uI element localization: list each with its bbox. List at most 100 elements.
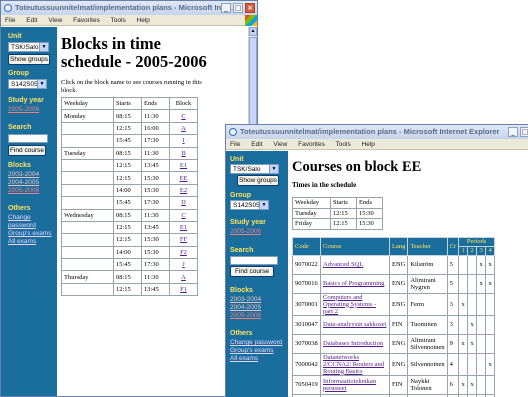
block-link[interactable]: B bbox=[181, 150, 185, 157]
menu-tools[interactable]: Tools bbox=[336, 141, 351, 148]
block-link[interactable]: E2 bbox=[180, 187, 187, 194]
period-cell bbox=[467, 273, 478, 294]
minimize-icon[interactable]: _ bbox=[221, 3, 231, 13]
maximize-icon[interactable]: □ bbox=[233, 3, 243, 13]
search-input[interactable] bbox=[230, 256, 278, 265]
browser-window-blocks: Toteutussuunnitelmat/implementation plan… bbox=[0, 0, 258, 397]
course-name-cell: Informaatioteknikan perusteet bbox=[320, 374, 390, 395]
end-time-cell: 15:30 bbox=[141, 245, 170, 260]
weekday-cell bbox=[61, 258, 114, 272]
unit-select[interactable]: TSK/Salo ▼ bbox=[230, 164, 279, 174]
unit-select-value: TSK/Salo bbox=[11, 44, 39, 51]
study-year-link[interactable]: 2005-2006 bbox=[8, 106, 39, 114]
scroll-up-icon[interactable]: ▲ bbox=[249, 27, 257, 36]
menu-file[interactable]: File bbox=[230, 141, 240, 148]
menu-view[interactable]: View bbox=[48, 17, 62, 24]
block-year-link[interactable]: 2004-2005 bbox=[8, 179, 39, 187]
end-time-cell: 17:30 bbox=[141, 258, 170, 272]
menu-favorites[interactable]: Favorites bbox=[73, 17, 100, 24]
change-password-link[interactable]: Change password bbox=[8, 214, 57, 230]
block-year-link[interactable]: 2005-2006 bbox=[8, 187, 39, 195]
window-title: Toteutussuunnitelmat/implementation plan… bbox=[15, 3, 235, 12]
block-year-link[interactable]: 2003-2004 bbox=[230, 296, 261, 304]
menu-edit[interactable]: Edit bbox=[251, 141, 262, 148]
find-course-button[interactable]: Find course bbox=[230, 266, 274, 277]
block-link[interactable]: J bbox=[182, 261, 185, 268]
weekday-cell bbox=[61, 282, 114, 297]
menu-help[interactable]: Help bbox=[137, 17, 150, 24]
ie-logo-icon bbox=[229, 128, 237, 136]
course-link[interactable]: Data-analyysin sakkoset bbox=[323, 321, 386, 328]
start-time-cell: 08:15 bbox=[113, 208, 142, 222]
change-password-link[interactable]: Change password bbox=[230, 339, 282, 347]
weekday-cell: Wednesday bbox=[61, 208, 114, 222]
course-lang-cell: ENG bbox=[388, 273, 409, 294]
weekday-cell bbox=[61, 121, 114, 136]
period-cell: x bbox=[467, 333, 478, 354]
show-groups-button[interactable]: Show groups bbox=[237, 175, 279, 186]
section-subtitle: Times in the schedule bbox=[292, 181, 357, 189]
block-link[interactable]: C bbox=[181, 212, 185, 219]
menu-tools[interactable]: Tools bbox=[111, 17, 126, 24]
table-row: 14:00 15:30 F2 bbox=[61, 245, 198, 260]
menu-view[interactable]: View bbox=[273, 141, 287, 148]
block-year-link[interactable]: 2003-2004 bbox=[8, 171, 39, 179]
block-link[interactable]: E1 bbox=[180, 162, 187, 169]
maximize-icon[interactable]: □ bbox=[520, 127, 528, 137]
menu-favorites[interactable]: Favorites bbox=[298, 141, 325, 148]
block-link[interactable]: E1 bbox=[180, 224, 187, 231]
course-link[interactable]: Basics of Programming bbox=[323, 280, 384, 287]
menu-file[interactable]: File bbox=[5, 17, 15, 24]
block-link[interactable]: C bbox=[181, 113, 185, 120]
all-exams-link[interactable]: All exams bbox=[8, 238, 57, 246]
block-link[interactable]: A bbox=[181, 274, 186, 281]
course-code-cell: 3070038 bbox=[292, 333, 321, 354]
course-link[interactable]: Datanetworks 2/CCNA2: Routers and Routin… bbox=[323, 354, 384, 375]
menu-help[interactable]: Help bbox=[362, 141, 375, 148]
block-link[interactable]: D bbox=[181, 199, 186, 206]
groups-exams-link[interactable]: Group's exams bbox=[230, 347, 282, 355]
table-row: 7050419 Informaatioteknikan perusteet FIN N… bbox=[292, 374, 496, 395]
all-exams-link[interactable]: All exams bbox=[230, 355, 282, 363]
end-time-cell: 11:30 bbox=[141, 109, 170, 123]
groups-exams-link[interactable]: Group's exams bbox=[8, 230, 57, 238]
block-link[interactable]: FF bbox=[180, 236, 187, 243]
block-cell: B bbox=[169, 146, 198, 160]
course-link[interactable]: Advanced SQL bbox=[323, 261, 363, 268]
menu-edit[interactable]: Edit bbox=[26, 17, 37, 24]
group-select[interactable]: S142S05 ▼ bbox=[230, 200, 269, 210]
course-teacher-cell: Alimirani Silvennoinen bbox=[407, 333, 448, 354]
block-cell: J bbox=[169, 258, 198, 272]
block-link[interactable]: I bbox=[182, 137, 184, 144]
find-course-button[interactable]: Find course bbox=[8, 145, 46, 156]
group-label: Group bbox=[8, 70, 29, 77]
weekday-cell bbox=[61, 233, 114, 247]
block-link[interactable]: A bbox=[181, 125, 186, 132]
group-select[interactable]: S142S05 ▼ bbox=[8, 79, 47, 89]
others-label: Others bbox=[230, 330, 253, 337]
window-title-bar[interactable]: Toteutussuunnitelmat/implementation plan… bbox=[226, 125, 528, 139]
course-name-cell: Data-analyysin sakkoset bbox=[320, 314, 390, 335]
table-row: 9070022 Advanced SQL ENG Kilström 5 x x bbox=[292, 254, 496, 275]
course-credits-cell: 6 bbox=[446, 374, 460, 395]
block-year-link[interactable]: 2004-2005 bbox=[230, 304, 261, 312]
block-cell: D bbox=[169, 196, 198, 210]
course-lang-cell: FIN bbox=[388, 314, 409, 335]
window-title-bar[interactable]: Toteutussuunnitelmat/implementation plan… bbox=[1, 1, 257, 15]
course-link[interactable]: Informaatioteknikan perusteet bbox=[323, 378, 376, 392]
course-link[interactable]: Computers and Operating Systems - part 2 bbox=[323, 294, 376, 315]
close-icon[interactable]: × bbox=[245, 3, 255, 13]
unit-label: Unit bbox=[230, 156, 244, 163]
block-link[interactable]: F2 bbox=[180, 249, 187, 256]
study-year-link[interactable]: 2005-2006 bbox=[230, 228, 261, 236]
block-link[interactable]: EE bbox=[180, 175, 188, 182]
blocks-label: Blocks bbox=[8, 162, 31, 169]
table-row: 12:15 15:30 FF bbox=[61, 233, 198, 247]
search-input[interactable] bbox=[8, 134, 48, 143]
block-year-link[interactable]: 2005-2006 bbox=[230, 312, 261, 320]
show-groups-button[interactable]: Show groups bbox=[8, 54, 50, 65]
block-link[interactable]: F1 bbox=[180, 286, 187, 293]
unit-select[interactable]: TSK/Salo ▼ bbox=[8, 42, 49, 52]
course-link[interactable]: Databases Introduction bbox=[323, 340, 383, 347]
minimize-icon[interactable]: _ bbox=[508, 127, 518, 137]
